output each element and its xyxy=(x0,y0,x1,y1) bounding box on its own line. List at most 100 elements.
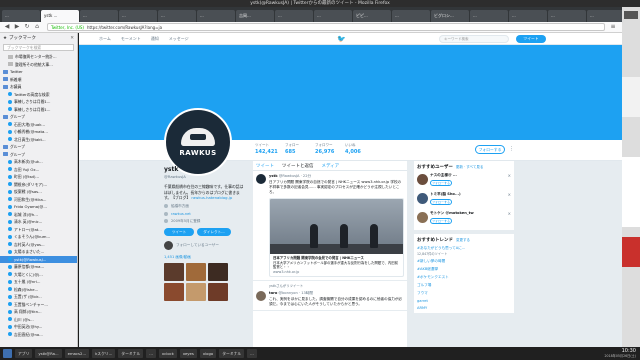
bookmark-item[interactable]: 吉田直紀(@no... xyxy=(0,331,77,339)
user-name[interactable]: トミ平(脳 Sho...) xyxy=(430,192,511,197)
browser-tab[interactable]: ビグロシ... xyxy=(431,10,469,22)
bookmark-item[interactable]: 五十嵐 (@nri... xyxy=(0,278,77,286)
photo-thumb[interactable] xyxy=(208,262,228,281)
bookmark-item[interactable]: 玉置(ザ (@bir... xyxy=(0,293,77,301)
taskbar-item[interactable]: ... xyxy=(247,349,257,358)
photo-thumb[interactable] xyxy=(164,262,184,281)
bookmark-item[interactable]: Frida Oyama(@... xyxy=(0,203,77,211)
profile-tweet-button[interactable]: ツイート xyxy=(164,227,194,236)
taskbar-item[interactable]: xclock xyxy=(158,349,177,358)
user-avatar[interactable] xyxy=(417,193,428,204)
bookmark-item[interactable]: 山川 (@s... xyxy=(0,316,77,324)
bookmark-item[interactable]: 吉村英人(@yos... xyxy=(0,241,77,249)
bookmark-item[interactable]: 岩城 涼(@h... xyxy=(0,211,77,219)
trend-item[interactable]: ARMY xyxy=(417,306,511,310)
taskbar-item[interactable]: kスクリ... xyxy=(92,349,116,358)
browser-tab[interactable]: ... xyxy=(2,10,40,22)
bookmark-item[interactable]: 事練しさりは月間1... xyxy=(0,106,77,114)
follow-user-button[interactable]: フォローする xyxy=(430,199,452,205)
trend-name[interactable]: フウマ xyxy=(417,291,511,296)
menu-icon[interactable]: ≡ xyxy=(609,23,617,31)
more-icon[interactable]: ⋮ xyxy=(509,146,515,152)
trend-name[interactable]: #新しい夢の時間 xyxy=(417,259,511,264)
known-followers-text[interactable]: フォローしているユーザー xyxy=(176,243,219,248)
trend-name[interactable]: ゴルフ場 xyxy=(417,283,511,288)
bookmark-item[interactable]: 高 翔郎(@tkn... xyxy=(0,308,77,316)
start-menu-icon[interactable] xyxy=(3,349,12,358)
user-avatar[interactable] xyxy=(417,212,428,223)
photo-thumb[interactable] xyxy=(164,282,184,301)
bookmark-item[interactable]: 町田 (@tsd)... xyxy=(0,173,77,181)
bookmark-item[interactable]: 中田英治(@hy... xyxy=(0,323,77,331)
trend-name[interactable]: garret xyxy=(417,299,511,303)
taskbar-item[interactable]: emacs2... xyxy=(64,349,90,358)
browser-tab[interactable]: ... xyxy=(509,10,547,22)
trend-item[interactable]: garret xyxy=(417,299,511,303)
trend-item[interactable]: #あなたがどうも思ってAに... 12,847件のツイート xyxy=(417,246,511,256)
profile-bio-link[interactable]: rawkus.hatenablog.jp xyxy=(191,195,232,200)
back-icon[interactable]: ◀ xyxy=(3,23,11,31)
home-icon[interactable]: ⌂ xyxy=(33,23,41,31)
trend-name[interactable]: #AKB総選挙 xyxy=(417,267,511,272)
follow-user-button[interactable]: フォローする xyxy=(430,218,452,224)
taskbar-item[interactable]: xlogo xyxy=(199,349,217,358)
bookmark-item[interactable]: 石田大地(@uak... xyxy=(0,121,77,129)
trend-name[interactable]: #ポケモンクエスト xyxy=(417,275,511,280)
user-avatar[interactable] xyxy=(417,174,428,185)
dismiss-icon[interactable]: × xyxy=(508,173,511,178)
photo-thumb[interactable] xyxy=(208,282,228,301)
tweet-author[interactable]: ystk xyxy=(269,174,278,178)
photos-videos-link[interactable]: 1,451 画像/動画 xyxy=(164,255,244,260)
follower-avatar[interactable] xyxy=(164,240,173,250)
bookmark-item[interactable]: グループ xyxy=(0,113,77,121)
user-name[interactable]: ナスの主様@ ... xyxy=(430,173,511,178)
bookmark-item[interactable]: 北日真生(@takt... xyxy=(0,136,77,144)
bookmark-search-input[interactable]: ブックマークを検索 xyxy=(3,44,74,51)
known-followers[interactable]: フォローしているユーザー xyxy=(164,240,244,250)
bookmark-item[interactable]: 藤原信都(@ma... xyxy=(0,263,77,271)
photo-thumb[interactable] xyxy=(186,262,206,281)
bookmark-item[interactable]: グループ xyxy=(0,143,77,151)
bookmark-item[interactable]: 太陽るまさいた... xyxy=(0,248,77,256)
browser-tab[interactable]: ... xyxy=(119,10,157,22)
trend-item[interactable]: #AKB総選挙 xyxy=(417,267,511,272)
bookmark-item[interactable]: アトロー(@at... xyxy=(0,226,77,234)
taskbar-item[interactable]: ターミナル xyxy=(118,349,144,358)
browser-tab[interactable]: ... xyxy=(158,10,196,22)
browser-tab[interactable]: ... xyxy=(314,10,352,22)
reload-icon[interactable]: ↻ xyxy=(23,23,31,31)
twitter-nav-item[interactable]: ホーム xyxy=(99,36,111,42)
taskbar-item[interactable]: ターミナル xyxy=(219,349,245,358)
direct-message-button[interactable]: ダイレクト... xyxy=(197,227,231,236)
tweet[interactable]: ystk @RawkusJA · 22分 日アフリカ問題 関東学院の自然での発言… xyxy=(253,171,407,281)
tweet-avatar[interactable] xyxy=(256,174,266,184)
twitter-nav-item[interactable]: モーメント xyxy=(121,36,141,42)
profile-stat[interactable]: いいね 4,006 xyxy=(345,143,375,155)
profile-name[interactable]: ystk xyxy=(164,166,244,173)
bookmark-item[interactable]: くまそうん(@kum... xyxy=(0,233,77,241)
profile-stat[interactable]: ツイート 142,421 xyxy=(255,143,285,155)
browser-tab[interactable]: ... xyxy=(275,10,313,22)
user-name[interactable]: モトケン @motoken_tw xyxy=(430,211,511,216)
taskbar-item[interactable]: アプリ xyxy=(15,349,33,358)
twitter-bird-icon[interactable]: 🐦 xyxy=(337,35,346,43)
photo-thumb[interactable] xyxy=(186,282,206,301)
dismiss-icon[interactable]: × xyxy=(508,211,511,216)
browser-tab[interactable]: ... xyxy=(392,10,430,22)
bookmark-item[interactable]: グループ xyxy=(0,151,77,159)
browser-tab[interactable]: ... xyxy=(197,10,235,22)
browser-tab[interactable]: ... xyxy=(587,10,622,22)
bookmark-item[interactable]: 新着順 xyxy=(0,76,77,84)
browser-tab[interactable]: ... xyxy=(548,10,586,22)
tab-tweets-replies[interactable]: ツイートと返信 xyxy=(282,163,314,169)
dismiss-icon[interactable]: × xyxy=(508,192,511,197)
close-icon[interactable]: ✕ xyxy=(70,36,74,41)
taskbar-item[interactable]: ... xyxy=(146,349,156,358)
website-text[interactable]: rawkus.net xyxy=(171,212,191,216)
twitter-nav-item[interactable]: メッセージ xyxy=(169,36,189,42)
clock[interactable]: 10:30 2018年05月26日(土) xyxy=(605,348,636,358)
profile-stat[interactable]: フォロワー 26,976 xyxy=(315,143,345,155)
profile-stat[interactable]: フォロー 685 xyxy=(285,143,315,155)
tweet-button[interactable]: ツイート xyxy=(516,35,546,43)
taskbar-item[interactable]: xeyes xyxy=(179,349,197,358)
